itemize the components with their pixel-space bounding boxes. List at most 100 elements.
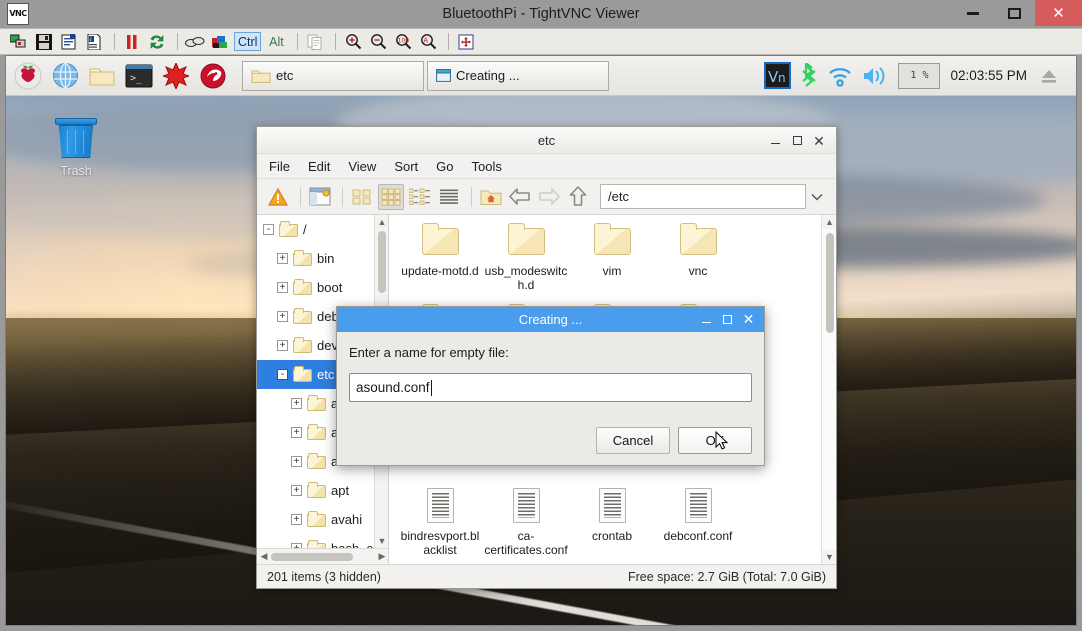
tree-item-root[interactable]: - / [257, 215, 374, 244]
file-name-input[interactable]: asound.conf [349, 373, 752, 402]
tree-expander[interactable]: + [291, 485, 302, 496]
menu-tools[interactable]: Tools [472, 159, 502, 174]
file-manager-titlebar[interactable]: etc ✕ [257, 127, 836, 154]
desktop-icon-trash[interactable]: Trash [40, 118, 112, 178]
file-item[interactable]: crontab [569, 485, 655, 557]
pause-icon[interactable] [121, 31, 143, 52]
tree-expander[interactable]: - [263, 224, 274, 235]
scroll-left-icon[interactable]: ◀ [257, 550, 271, 564]
zoom-out-icon[interactable] [367, 31, 389, 52]
send-ctrl-alt-del-icon[interactable] [184, 31, 206, 52]
fullscreen-icon[interactable] [455, 31, 477, 52]
bluetooth-icon[interactable] [800, 61, 818, 91]
tree-expander[interactable]: - [277, 369, 288, 380]
scroll-thumb[interactable] [378, 231, 386, 293]
tree-expander[interactable]: + [291, 427, 302, 438]
warning-icon[interactable] [265, 184, 291, 210]
refresh-icon[interactable] [146, 31, 168, 52]
dialog-maximize-button[interactable] [717, 309, 738, 330]
dialog-close-button[interactable]: ✕ [738, 309, 759, 330]
path-input[interactable]: /etc [600, 184, 806, 209]
save-connection-icon[interactable] [33, 31, 55, 52]
file-item[interactable]: ca-certificates.conf [483, 485, 569, 557]
menu-go[interactable]: Go [436, 159, 453, 174]
compact-view-icon[interactable] [407, 184, 433, 210]
file-item[interactable]: update-motd.d [397, 220, 483, 292]
clipboard-icon[interactable] [304, 31, 326, 52]
thumbnail-view-icon[interactable] [378, 183, 404, 210]
scroll-down-icon[interactable]: ▼ [822, 550, 836, 564]
tree-item-bash-completion[interactable]: + bash_co [257, 534, 374, 548]
eject-icon[interactable] [1039, 61, 1059, 91]
tree-expander[interactable]: + [277, 311, 288, 322]
volume-icon[interactable] [862, 61, 889, 91]
dialog-minimize-button[interactable] [696, 309, 717, 330]
menu-sort[interactable]: Sort [394, 159, 418, 174]
remote-desktop-area[interactable]: Trash >_ etc Creating ... V n 1 % 02:03:… [5, 55, 1077, 626]
menu-file[interactable]: File [269, 159, 290, 174]
scroll-up-icon[interactable]: ▲ [375, 215, 388, 229]
file-item[interactable]: vnc [655, 220, 741, 292]
tree-horizontal-scrollbar[interactable]: ◀ ▶ [257, 548, 388, 564]
tree-item-boot[interactable]: + boot [257, 273, 374, 302]
file-item[interactable]: bindresvport.blacklist [397, 485, 483, 557]
file-manager-maximize-button[interactable] [786, 130, 808, 152]
vnc-minimize-button[interactable] [950, 0, 995, 26]
home-icon[interactable] [478, 184, 504, 210]
cpu-usage-meter[interactable]: 1 % [898, 62, 941, 89]
connection-info-icon[interactable]: i [83, 31, 105, 52]
trash-icon [54, 118, 98, 162]
file-item[interactable]: vim [569, 220, 655, 292]
file-item[interactable]: debconf.conf [655, 485, 741, 557]
tree-item-bin[interactable]: + bin [257, 244, 374, 273]
tree-item-avahi[interactable]: + avahi [257, 505, 374, 534]
tree-item-apt[interactable]: + apt [257, 476, 374, 505]
tree-expander[interactable]: + [277, 282, 288, 293]
task-button-etc[interactable]: etc [242, 60, 424, 91]
scroll-up-icon[interactable]: ▲ [822, 215, 836, 229]
task-button-creating[interactable]: Creating ... [427, 60, 609, 91]
web-browser-icon[interactable] [49, 60, 81, 92]
wifi-icon[interactable] [827, 61, 853, 91]
vnc-server-icon[interactable]: V n [764, 61, 792, 91]
zoom-fit-icon[interactable]: A [417, 31, 439, 52]
file-manager-close-button[interactable]: ✕ [808, 130, 830, 152]
scroll-right-icon[interactable]: ▶ [375, 550, 388, 564]
ctrl-toggle[interactable]: Ctrl [234, 32, 262, 51]
files-vertical-scrollbar[interactable]: ▲ ▼ [821, 215, 836, 564]
terminal-icon[interactable]: >_ [123, 60, 155, 92]
detailed-list-view-icon[interactable] [436, 184, 462, 210]
scroll-thumb[interactable] [271, 552, 353, 561]
mathematica-icon[interactable] [160, 60, 192, 92]
tree-expander[interactable]: + [277, 253, 288, 264]
new-connection-icon[interactable] [8, 31, 30, 52]
icon-view-icon[interactable] [349, 184, 375, 210]
file-manager-icon[interactable] [86, 60, 118, 92]
send-keys-icon[interactable] [209, 31, 231, 52]
menu-edit[interactable]: Edit [308, 159, 330, 174]
tree-expander[interactable]: + [277, 340, 288, 351]
chevron-down-icon[interactable] [806, 184, 828, 209]
tree-expander[interactable]: + [291, 456, 302, 467]
alt-toggle[interactable]: Alt [264, 32, 288, 51]
vnc-maximize-button[interactable] [992, 0, 1037, 26]
file-item[interactable]: usb_modeswitch.d [483, 220, 569, 292]
clock[interactable]: 02:03:55 PM [950, 68, 1027, 83]
back-icon[interactable] [507, 184, 533, 210]
dialog-titlebar[interactable]: Creating ... ✕ [337, 307, 764, 332]
tree-expander[interactable]: + [291, 398, 302, 409]
vnc-close-button[interactable]: ✕ [1035, 0, 1082, 26]
cancel-button[interactable]: Cancel [596, 427, 670, 454]
zoom-in-icon[interactable] [342, 31, 364, 52]
raspberry-menu-icon[interactable] [12, 60, 44, 92]
menu-view[interactable]: View [348, 159, 376, 174]
scroll-down-icon[interactable]: ▼ [375, 534, 388, 548]
zoom-100-icon[interactable]: 100 [392, 31, 414, 52]
connection-options-icon[interactable] [58, 31, 80, 52]
file-manager-minimize-button[interactable] [764, 130, 786, 152]
wolfram-icon[interactable] [197, 60, 229, 92]
scroll-thumb[interactable] [825, 233, 834, 333]
up-icon[interactable] [565, 184, 591, 210]
new-tab-icon[interactable] [307, 184, 333, 210]
tree-expander[interactable]: + [291, 514, 302, 525]
